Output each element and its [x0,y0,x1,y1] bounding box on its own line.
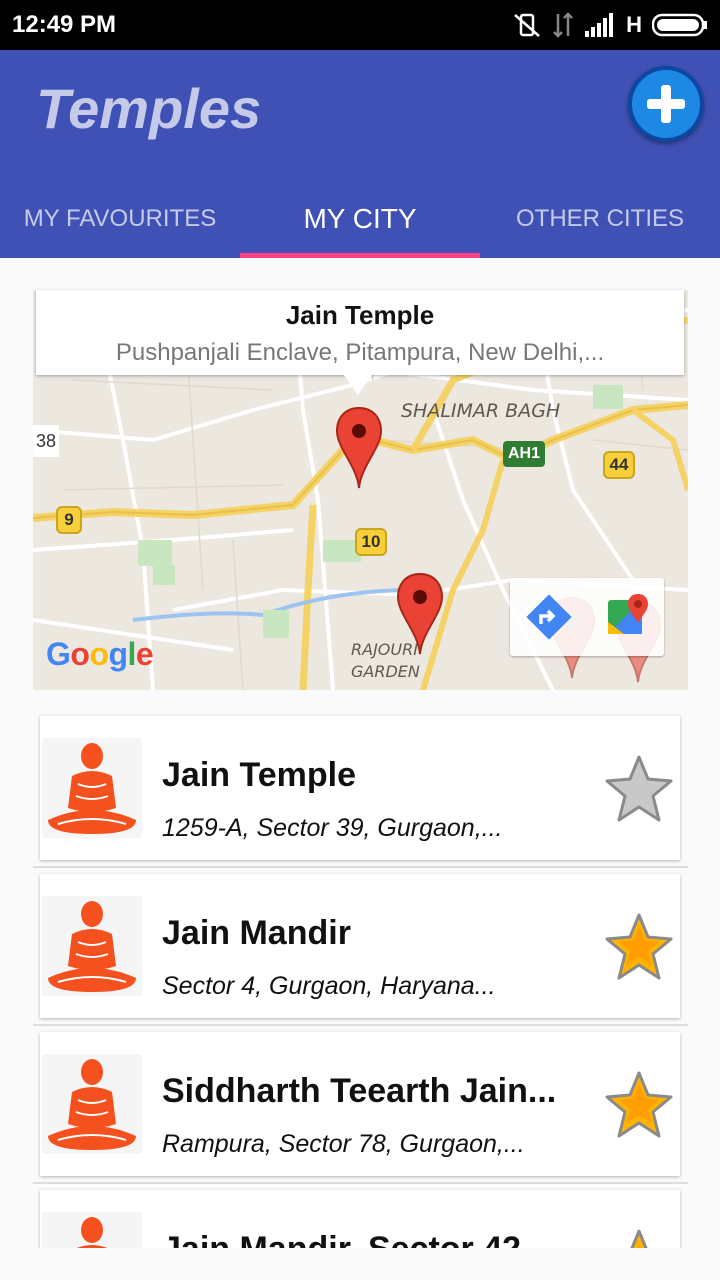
tab-my-favourites[interactable]: MY FAVOURITES [0,180,240,258]
temple-address: Rampura, Sector 78, Gurgaon,... [162,1130,525,1158]
status-bar: 12:49 PM H [0,0,720,50]
info-window-title: Jain Temple [285,300,435,330]
vibrate-off-icon [514,13,540,37]
meditating-buddha-icon [42,1212,142,1248]
map-marker-selected[interactable] [335,406,383,490]
google-letter: G [46,636,71,672]
map-info-window[interactable]: Jain Temple Pushpanjali Enclave, Pitampu… [36,290,684,375]
google-letter: o [70,636,90,672]
temple-name: Jain Temple [162,756,356,794]
google-letter: e [135,636,154,672]
highway-shield-38: 38 [33,425,59,457]
list-divider [33,866,688,868]
status-time: 12:49 PM [12,11,117,38]
favourite-star-icon-on[interactable] [604,1228,674,1248]
temple-name: Jain Mandir [162,914,351,952]
favourite-star-icon-on[interactable] [604,912,674,982]
map-label-shalimar-bagh: SHALIMAR BAGH [401,400,561,422]
favourite-star-icon-off[interactable] [604,754,674,824]
meditating-buddha-icon [42,896,142,996]
data-transfer-icon [553,12,573,38]
tab-my-city[interactable]: MY CITY [240,180,480,258]
temple-name: Jain Mandir, Sector 42 [162,1230,582,1248]
temple-card[interactable]: Siddharth Teearth Jain... Rampura, Secto… [40,1032,680,1176]
map-label-garden: GARDEN [351,662,420,681]
list-divider [33,1182,688,1184]
map-toolbar [510,578,664,656]
info-window-pointer [344,375,372,395]
app-bar: Temples MY FAVOURITES MY CITY OTHER CITI… [0,50,720,258]
tab-bar: MY FAVOURITES MY CITY OTHER CITIES [0,180,720,258]
app-title: Temples [36,77,262,140]
google-maps-icon[interactable] [602,592,652,642]
favourite-star-icon-on[interactable] [604,1070,674,1140]
directions-icon[interactable] [524,592,574,642]
battery-icon [652,13,707,37]
meditating-buddha-icon [42,1054,142,1154]
info-window-address: Pushpanjali Enclave, Pitampura, New Delh… [115,339,605,366]
temple-name: Siddharth Teearth Jain... [162,1072,557,1110]
list-divider [33,1024,688,1026]
meditating-buddha-icon [42,738,142,838]
highway-shield-10: 10 [355,528,387,556]
temple-address: Sector 4, Gurgaon, Haryana... [162,972,496,1000]
highway-shield-ah1: AH1 [503,441,545,467]
highway-shield-44: 44 [603,451,635,479]
google-letter: o [89,636,109,672]
google-letter: l [127,636,137,672]
highway-shield-9: 9 [56,506,82,534]
status-icons: H [512,10,708,40]
network-type: H [626,12,642,37]
temple-list[interactable]: Jain Temple 1259-A, Sector 39, Gurgaon,.… [0,712,720,1248]
map-marker[interactable] [396,572,444,656]
temple-address: 1259-A, Sector 39, Gurgaon,... [162,814,503,842]
temple-card[interactable]: Jain Mandir Sector 4, Gurgaon, Haryana..… [40,874,680,1018]
signal-icon [585,13,614,37]
plus-icon [632,70,700,138]
temple-card[interactable]: Jain Temple 1259-A, Sector 39, Gurgaon,.… [40,716,680,860]
google-logo: Google [46,636,154,673]
temple-card[interactable]: Jain Mandir, Sector 42 [40,1190,680,1248]
google-letter: g [108,636,128,672]
add-temple-button[interactable] [628,66,704,142]
tab-other-cities[interactable]: OTHER CITIES [480,180,720,258]
